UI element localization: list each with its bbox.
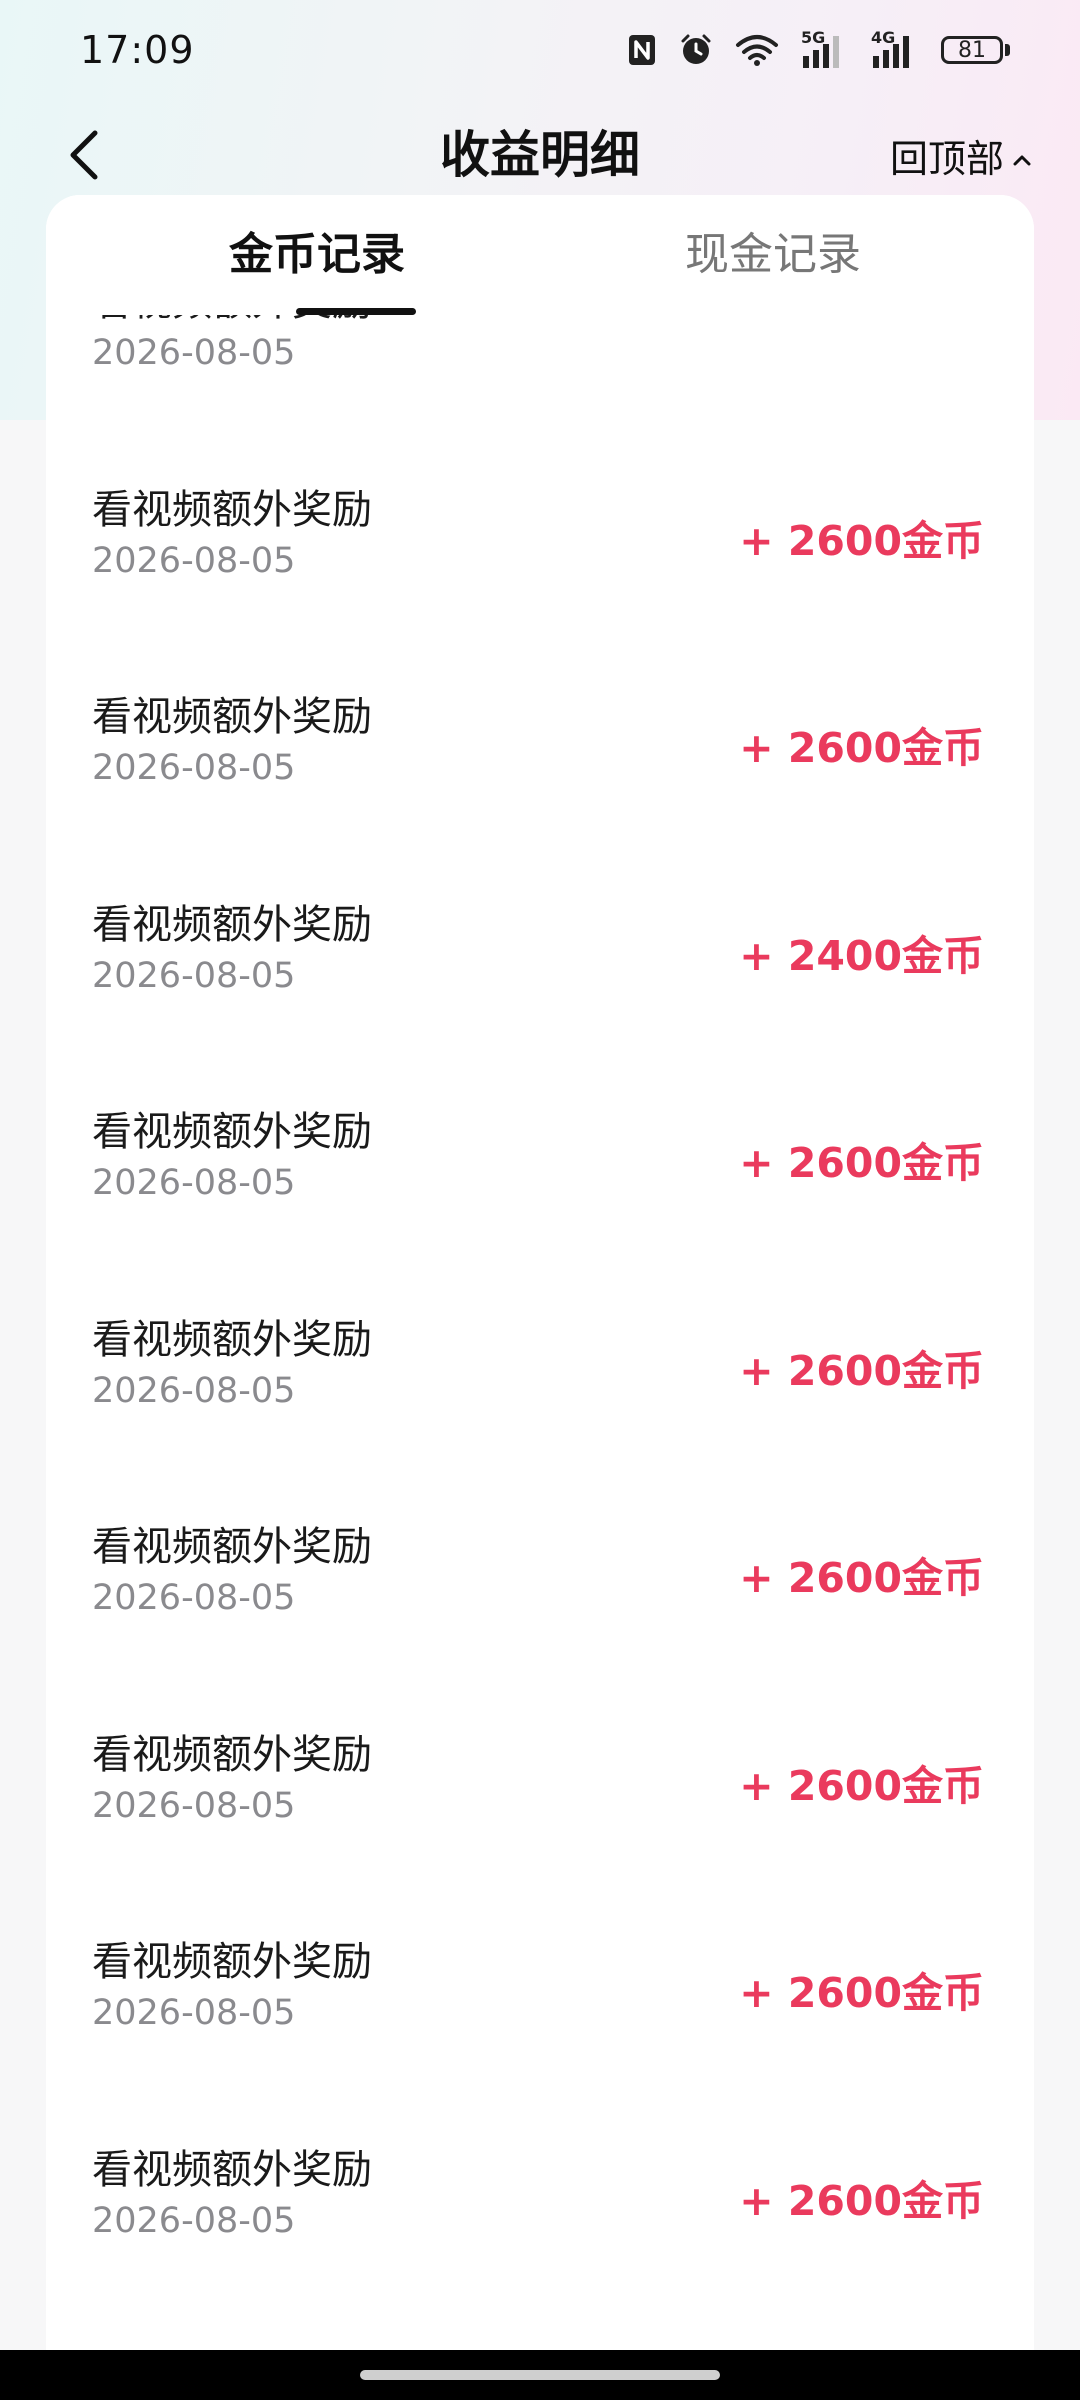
wifi-icon [735, 33, 779, 67]
chevron-left-icon [65, 127, 105, 187]
record-title: 看视频额外奖励 [92, 315, 372, 327]
back-button[interactable] [50, 122, 120, 192]
list-item: 看视频额外奖励 2026-08-05 [46, 315, 1034, 403]
record-title: 看视频额外奖励 [92, 1109, 372, 1155]
record-date: 2026-08-05 [92, 1163, 296, 1203]
record-date: 2026-08-05 [92, 333, 296, 373]
back-to-top-label: 回顶部 [889, 136, 1004, 181]
record-title: 看视频额外奖励 [92, 901, 372, 948]
record-title: 看视频额外奖励 [92, 1939, 372, 1985]
alarm-icon [679, 33, 713, 67]
record-date: 2026-08-05 [92, 955, 296, 996]
record-date: 2026-08-05 [92, 1785, 296, 1826]
record-date: 2026-08-05 [92, 2200, 296, 2241]
signal-4g-icon: 4G [871, 28, 919, 70]
record-amount: + 2600金币 [739, 2176, 984, 2225]
list-item: 看视频额外奖励 2026-08-05 + 2600金币 [46, 1233, 1034, 1441]
chevron-up-icon [1012, 133, 1032, 177]
active-tab-indicator [296, 308, 416, 315]
back-to-top-button[interactable]: 回顶部 [890, 100, 1032, 210]
record-title: 看视频额外奖励 [92, 1524, 372, 1570]
nfc-icon [627, 33, 657, 67]
record-amount: + 2600金币 [739, 516, 984, 565]
status-icons: 5G 4G 81 [627, 28, 1010, 70]
record-title: 看视频额外奖励 [92, 1316, 372, 1363]
battery-icon: 81 [941, 36, 1010, 64]
record-title: 看视频额外奖励 [92, 486, 372, 533]
signal-5g-icon: 5G [801, 28, 849, 70]
record-title: 看视频额外奖励 [92, 694, 372, 740]
list-item: 看视频额外奖励 2026-08-05 + 2600金币 [46, 1440, 1034, 1648]
status-time: 17:09 [80, 28, 195, 72]
record-amount: + 2400金币 [739, 931, 984, 980]
record-date: 2026-08-05 [92, 1370, 296, 1411]
record-tabs: 金币记录 现金记录 [46, 195, 1034, 315]
battery-tip [1005, 44, 1010, 56]
records-card: 金币记录 现金记录 看视频额外奖励 2026-08-05 看视频额外奖励 2026-0… [46, 195, 1034, 2350]
system-navigation-bar [0, 2350, 1080, 2400]
tab-cash-records[interactable]: 现金记录 [678, 195, 868, 315]
record-date: 2026-08-05 [92, 540, 296, 581]
nav-bar: 收益明细 回顶部 [0, 100, 1080, 210]
tab-coin-records[interactable]: 金币记录 [222, 195, 412, 315]
record-amount: + 2600金币 [739, 1761, 984, 1810]
record-amount: + 2600金币 [739, 1139, 984, 1187]
battery-level: 81 [941, 36, 1003, 64]
record-date: 2026-08-05 [92, 1993, 296, 2033]
records-list[interactable]: 看视频额外奖励 2026-08-05 看视频额外奖励 2026-08-05 + 2600… [46, 315, 1034, 2350]
status-bar: 17:09 5G 4G 81 [0, 0, 1080, 100]
list-item: 看视频额外奖励 2026-08-05 + 2600金币 [46, 1648, 1034, 1856]
list-item: 看视频额外奖励 2026-08-05 + 2600金币 [46, 403, 1034, 611]
record-amount: + 2600金币 [739, 1346, 984, 1395]
record-title: 看视频额外奖励 [92, 1731, 372, 1778]
home-indicator[interactable] [360, 2370, 720, 2380]
list-item: 看视频额外奖励 2026-08-05 + 2600金币 [46, 610, 1034, 818]
record-title: 看视频额外奖励 [92, 2146, 372, 2193]
record-amount: + 2600金币 [739, 1554, 984, 1602]
list-item: 看视频额外奖励 2026-08-05 + 2400金币 [46, 818, 1034, 1026]
record-amount: + 2600金币 [739, 1969, 984, 2017]
record-date: 2026-08-05 [92, 748, 296, 788]
record-amount: + 2600金币 [739, 724, 984, 772]
records-list-content: 看视频额外奖励 2026-08-05 看视频额外奖励 2026-08-05 + 2600… [46, 315, 1034, 2350]
list-item: 看视频额外奖励 2026-08-05 + 2600金币 [46, 1025, 1034, 1233]
list-item: 看视频额外奖励 2026-08-05 + 2600金币 [46, 1855, 1034, 2063]
list-item: 看视频额外奖励 2026-08-05 + 2600金币 [46, 2063, 1034, 2271]
record-date: 2026-08-05 [92, 1578, 296, 1618]
list-item: 看视频额外奖励 [46, 2270, 1034, 2350]
